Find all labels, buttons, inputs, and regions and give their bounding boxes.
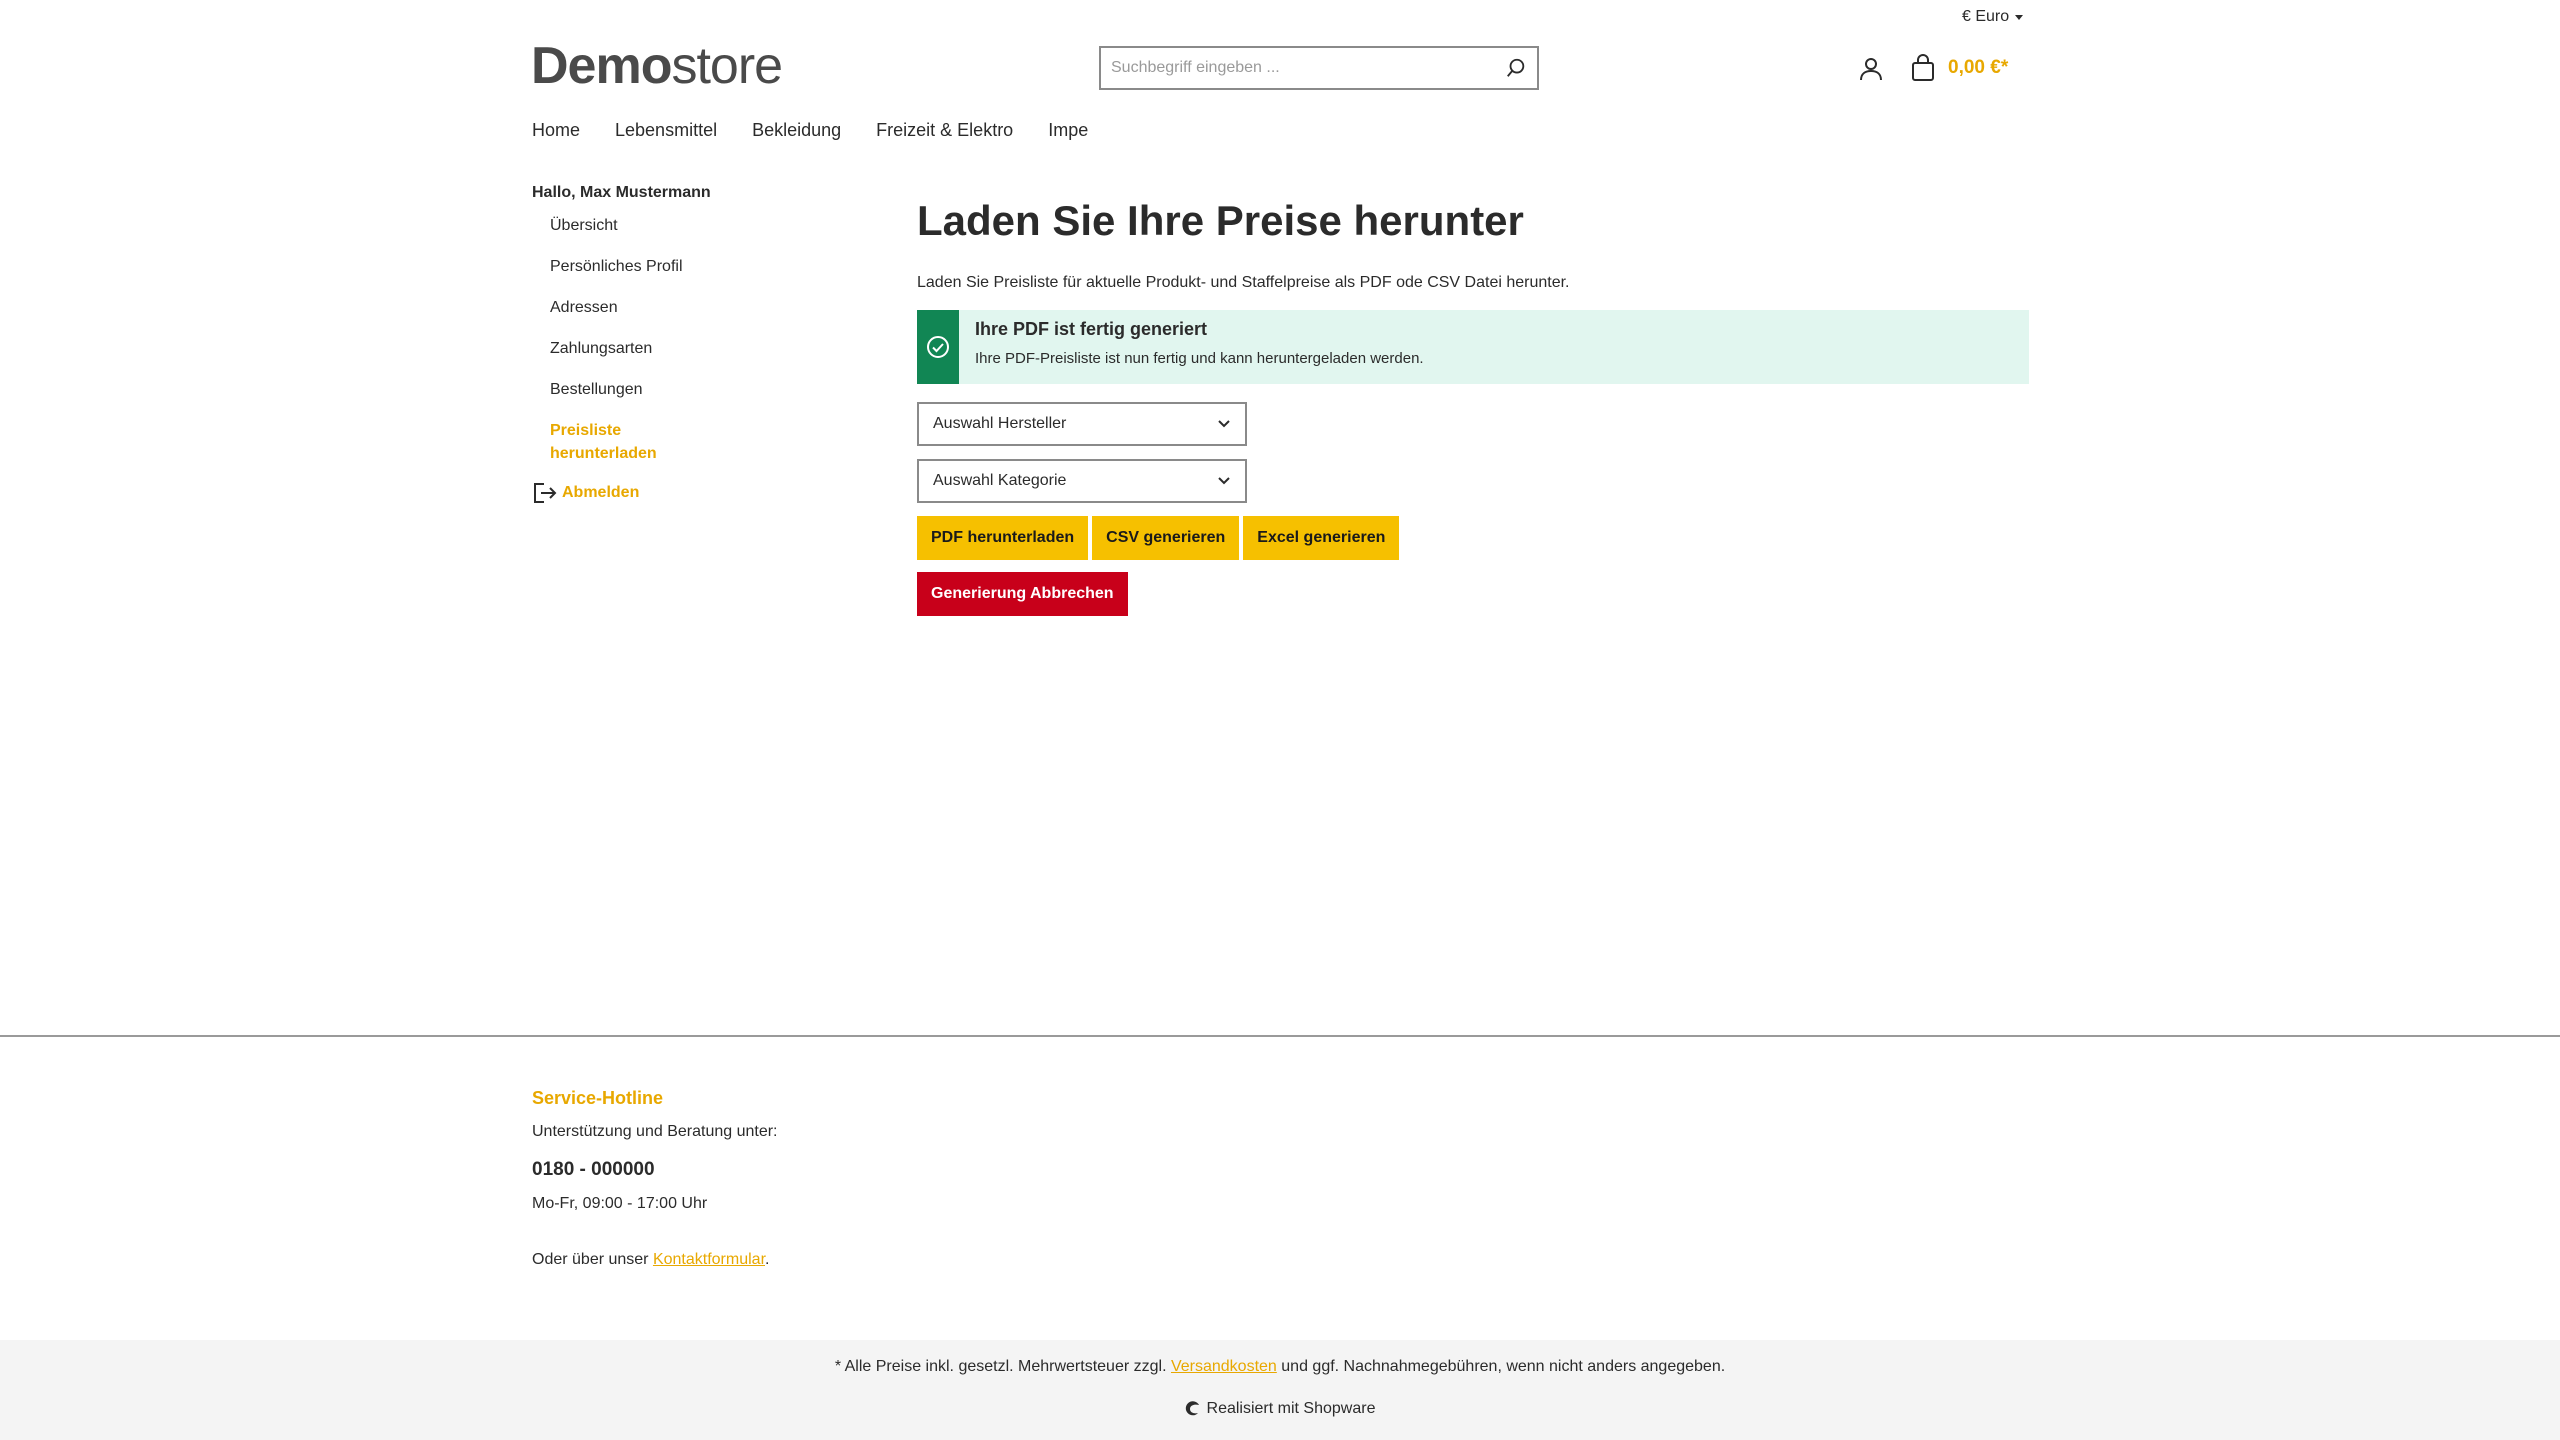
sidebar-item-payment[interactable]: Zahlungsarten (550, 337, 832, 360)
footer-bottom: * Alle Preise inkl. gesetzl. Mehrwertste… (0, 1340, 2560, 1440)
search-icon (1507, 58, 1525, 77)
support-text: Unterstützung und Beratung unter: (532, 1123, 778, 1140)
hotline-hours: Mo-Fr, 09:00 - 17:00 Uhr (532, 1195, 708, 1212)
user-icon[interactable] (1858, 56, 1884, 82)
contact-form-link[interactable]: Kontaktformular (653, 1251, 765, 1268)
nav-item-impressum[interactable]: Impe (1048, 120, 1088, 141)
sidebar-item-addresses[interactable]: Adressen (550, 296, 832, 319)
currency-switcher[interactable]: € Euro (1962, 8, 2024, 26)
hotline-phone[interactable]: 0180 - 000000 (532, 1159, 778, 1181)
logout-icon (534, 483, 557, 503)
legal-suffix: und ggf. Nachnahmegebühren, wenn nicht a… (1276, 1358, 1726, 1375)
logo-bold: Demo (531, 37, 672, 95)
footer-divider (0, 1035, 2560, 1037)
nav-item-home[interactable]: Home (532, 120, 580, 141)
intro-text: Laden Sie Preisliste für aktuelle Produk… (917, 274, 1570, 291)
account-sidebar: Hallo, Max Mustermann Übersicht Persönli… (532, 184, 832, 505)
account-menu: Übersicht Persönliches Profil Adressen Z… (532, 214, 832, 465)
chevron-down-icon (1218, 420, 1230, 428)
nav-item-freizeit-elektro[interactable]: Freizeit & Elektro (876, 120, 1013, 141)
contact-line: Oder über unser Kontaktformular. (532, 1251, 778, 1269)
check-circle-icon (927, 336, 949, 358)
excel-generate-button[interactable]: Excel generieren (1243, 516, 1400, 560)
footer-service: Service-Hotline Unterstützung und Beratu… (532, 1088, 778, 1269)
sidebar-item-pricelist[interactable]: Preisliste herunterladen (550, 419, 690, 465)
contact-suffix: . (765, 1251, 770, 1268)
cart-button[interactable]: 0,00 €* (1910, 54, 2008, 82)
sidebar-item-overview[interactable]: Übersicht (550, 214, 832, 237)
manufacturer-select[interactable]: Auswahl Hersteller (917, 402, 1247, 446)
search-input[interactable] (1101, 49, 1495, 87)
pdf-download-button[interactable]: PDF herunterladen (917, 516, 1089, 560)
search-box (1099, 46, 1539, 90)
hotline-title: Service-Hotline (532, 1088, 664, 1108)
csv-generate-button[interactable]: CSV generieren (1092, 516, 1240, 560)
cancel-generation-button[interactable]: Generierung Abbrechen (917, 572, 1128, 616)
alert-text: Ihre PDF-Preisliste ist nun fertig und k… (975, 350, 1424, 367)
sidebar-item-profile[interactable]: Persönliches Profil (550, 255, 832, 278)
powered-label: Realisiert mit Shopware (1206, 1400, 1376, 1417)
success-alert: Ihre PDF ist fertig generiert Ihre PDF-P… (917, 310, 2029, 384)
chevron-down-icon (1218, 477, 1230, 485)
contact-prefix: Oder über unser (532, 1251, 653, 1268)
currency-label: € Euro (1962, 8, 2010, 25)
legal-notice: * Alle Preise inkl. gesetzl. Mehrwertste… (0, 1358, 2560, 1376)
legal-prefix: * Alle Preise inkl. gesetzl. Mehrwertste… (834, 1358, 1171, 1375)
shipping-costs-link[interactable]: Versandkosten (1171, 1358, 1277, 1375)
alert-icon-bar (917, 310, 959, 384)
nav-item-bekleidung[interactable]: Bekleidung (752, 120, 841, 141)
action-buttons: PDF herunterladen CSV generieren Excel g… (917, 516, 2029, 560)
cart-amount: 0,00 €* (1948, 57, 2009, 78)
logo-light: store (671, 37, 783, 95)
category-select[interactable]: Auswahl Kategorie (917, 459, 1247, 503)
manufacturer-select-value: Auswahl Hersteller (933, 415, 1067, 432)
alert-title: Ihre PDF ist fertig generiert (975, 319, 1208, 339)
cart-icon (1912, 54, 1934, 81)
main-content: Laden Sie Ihre Preise herunter Laden Sie… (917, 196, 2029, 616)
page-title: Laden Sie Ihre Preise herunter (917, 197, 1524, 244)
logout-label: Abmelden (562, 484, 640, 501)
category-select-value: Auswahl Kategorie (933, 472, 1067, 489)
main-navigation: Home Lebensmittel Bekleidung Freizeit & … (532, 120, 1088, 141)
caret-down-icon (2015, 14, 2024, 20)
shopware-icon (1185, 1401, 1199, 1416)
sidebar-item-orders[interactable]: Bestellungen (550, 378, 832, 401)
greeting: Hallo, Max Mustermann (532, 184, 711, 201)
powered-by[interactable]: Realisiert mit Shopware (0, 1400, 2560, 1418)
logout-link[interactable]: Abmelden (532, 481, 832, 505)
nav-item-lebensmittel[interactable]: Lebensmittel (615, 120, 717, 141)
logo[interactable]: Demostore (531, 37, 783, 95)
search-button[interactable] (1495, 48, 1537, 88)
